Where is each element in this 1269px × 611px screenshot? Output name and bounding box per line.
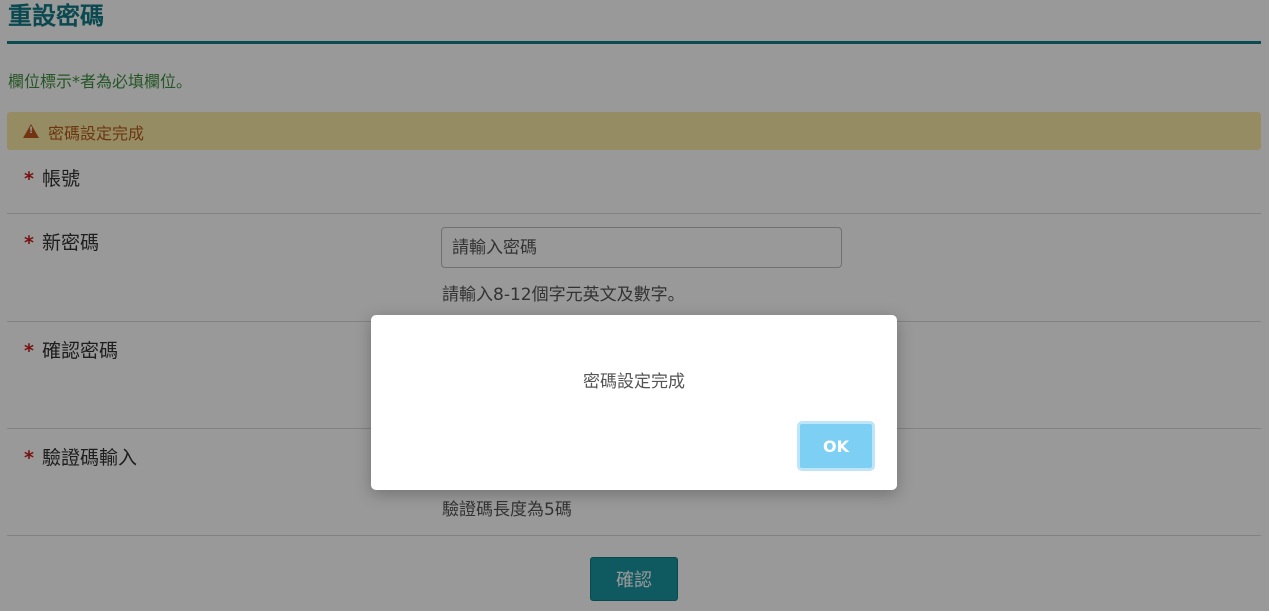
ok-button[interactable]: OK (797, 421, 875, 471)
dialog-message: 密碼設定完成 (583, 372, 685, 392)
alert-dialog: 密碼設定完成 OK (371, 315, 897, 490)
modal-backdrop[interactable] (0, 0, 1269, 611)
